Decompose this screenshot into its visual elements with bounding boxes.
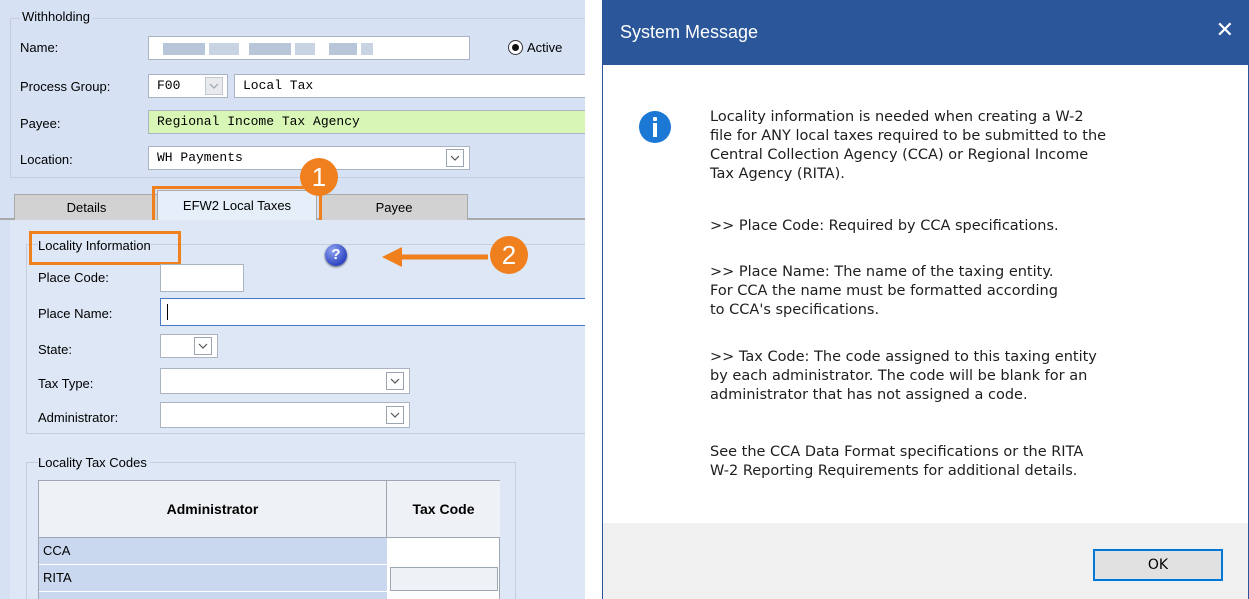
dialog-footer: OK (603, 523, 1248, 599)
name-label: Name: (20, 40, 59, 55)
cell-administrator: CCA (43, 543, 71, 558)
table-row[interactable]: CCA (39, 538, 387, 564)
column-header-administrator[interactable]: Administrator (39, 481, 387, 538)
withholding-legend: Withholding (20, 9, 92, 24)
cell-tax-code-input[interactable] (390, 567, 498, 591)
process-group-code: F00 (157, 78, 181, 93)
callout-arrow (382, 247, 488, 267)
process-group-name-input[interactable]: Local Tax (234, 74, 585, 98)
callout-badge-2: 2 (490, 236, 528, 274)
administrator-select[interactable] (160, 402, 410, 428)
column-header-tax-code[interactable]: Tax Code (387, 481, 500, 538)
payee-value: Regional Income Tax Agency (157, 114, 360, 129)
dialog-titlebar: System Message ✕ (603, 1, 1248, 65)
place-name-input[interactable] (160, 298, 585, 326)
process-group-label: Process Group: (20, 79, 111, 94)
tax-type-label: Tax Type: (38, 376, 94, 391)
cell-tax-code[interactable] (387, 538, 500, 564)
tab-payee[interactable]: Payee (320, 194, 468, 220)
payee-input[interactable]: Regional Income Tax Agency (148, 110, 585, 134)
place-code-input[interactable] (160, 264, 244, 292)
table-row[interactable]: RITA (39, 565, 387, 591)
text-cursor (167, 304, 168, 320)
ok-button[interactable]: OK (1093, 549, 1223, 581)
system-message-dialog: System Message ✕ Locality information is… (602, 0, 1249, 599)
message-paragraph-5: See the CCA Data Format specifications o… (710, 444, 1084, 479)
highlight-legend-box (29, 231, 181, 265)
tab-details[interactable]: Details (14, 194, 159, 220)
help-icon[interactable]: ? (325, 244, 347, 266)
place-name-label: Place Name: (38, 306, 113, 321)
cell-administrator: RITA (43, 570, 72, 585)
close-icon[interactable]: ✕ (1216, 17, 1234, 43)
administrator-label: Administrator: (38, 410, 119, 425)
withholding-form: Withholding Name: Active Process Group: … (0, 0, 585, 599)
tax-codes-table: Administrator Tax Code CCA RITA (38, 480, 500, 599)
info-icon (639, 111, 671, 143)
message-paragraph-1: Locality information is needed when crea… (710, 109, 1107, 182)
chevron-down-icon[interactable] (386, 406, 404, 424)
tax-type-select[interactable] (160, 368, 410, 394)
chevron-down-icon[interactable] (386, 372, 404, 390)
dialog-title: System Message (620, 22, 759, 42)
process-group-name: Local Tax (243, 78, 314, 93)
chevron-down-icon[interactable] (194, 337, 212, 355)
location-label: Location: (20, 152, 73, 167)
payee-label: Payee: (20, 116, 61, 131)
message-paragraph-2: >> Place Code: Required by CCA specifica… (710, 218, 1059, 234)
redaction-blocks (163, 43, 465, 55)
codes-legend: Locality Tax Codes (38, 455, 150, 470)
active-radio[interactable] (508, 40, 523, 55)
name-input[interactable] (148, 36, 470, 60)
table-row-partial (39, 592, 387, 599)
message-paragraph-3: >> Place Name: The name of the taxing en… (710, 264, 1058, 318)
state-label: State: (38, 342, 72, 357)
callout-badge-1: 1 (300, 158, 338, 196)
message-paragraph-4: >> Tax Code: The code assigned to this t… (710, 349, 1097, 403)
place-code-label: Place Code: (38, 270, 109, 285)
active-label: Active (527, 40, 563, 55)
location-value: WH Payments (157, 150, 243, 165)
chevron-down-icon[interactable] (446, 149, 464, 167)
chevron-down-icon[interactable] (205, 77, 223, 95)
